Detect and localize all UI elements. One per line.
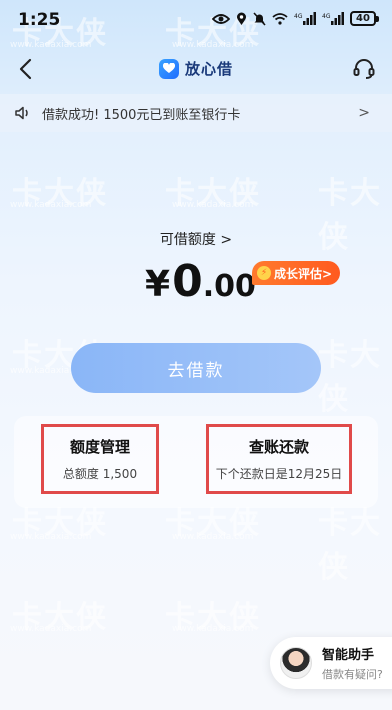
nav-bar: 放心借	[0, 46, 392, 92]
notice-text: 借款成功! 1500元已到账至银行卡	[42, 107, 241, 123]
back-button[interactable]	[10, 54, 40, 84]
quota-card-title: 额度管理	[69, 438, 130, 456]
svg-text:4G: 4G	[322, 13, 331, 20]
battery-indicator: 40	[350, 11, 379, 26]
quota-card-subtitle: 总额度 1,500	[62, 467, 138, 481]
growth-assessment-badge[interactable]: ⚡ 成长评估>	[252, 261, 341, 285]
watermark: 卡大侠	[165, 176, 261, 211]
wifi-icon	[272, 12, 288, 25]
assistant-subtitle: 借款有疑问?	[322, 668, 383, 681]
action-cards: 额度管理 总额度 1,500 查账还款 下个还款日是12月25日	[14, 416, 378, 508]
limit-amount: ¥ 0 .00	[145, 256, 256, 307]
status-time: 1:25	[18, 10, 61, 30]
status-icons: 4G 4G 40	[212, 11, 379, 26]
watermark-url: www.kadaxia.com	[172, 200, 254, 210]
brand: 放心借	[158, 58, 234, 79]
speaker-icon	[15, 106, 28, 120]
assistant-title: 智能助手	[322, 648, 375, 663]
chevron-left-icon	[19, 58, 32, 80]
amount-decimal: .00	[202, 269, 256, 304]
eye-icon	[212, 13, 230, 24]
amount-integer: 0	[172, 256, 203, 307]
notice-arrow: >	[358, 105, 370, 121]
signal-icon: 4G	[294, 12, 316, 25]
quota-management-card[interactable]: 额度管理 总额度 1,500	[41, 424, 159, 494]
assistant-avatar	[280, 647, 312, 679]
notice-bar[interactable]: 借款成功! 1500元已到账至银行卡 >	[0, 94, 392, 132]
svg-text:4G: 4G	[294, 13, 303, 20]
watermark: 卡大侠	[318, 506, 382, 585]
borrow-button[interactable]: 去借款	[71, 343, 321, 393]
growth-badge-label: 成长评估>	[274, 266, 333, 281]
mute-icon	[253, 11, 266, 26]
assistant-text: 智能助手 借款有疑问?	[322, 644, 383, 682]
watermark-url: www.kadaxia.com	[10, 200, 92, 210]
headset-icon	[353, 59, 375, 79]
watermark: 卡大侠	[12, 600, 108, 635]
smart-assistant-button[interactable]: 智能助手 借款有疑问?	[270, 637, 392, 689]
limit-label[interactable]: 可借额度 >	[0, 229, 392, 249]
lightning-icon: ⚡	[257, 266, 271, 280]
bill-card-title: 查账还款	[248, 438, 309, 456]
brand-name: 放心借	[184, 60, 234, 78]
brand-logo-icon	[158, 58, 179, 79]
watermark-url: www.kadaxia.com	[172, 624, 254, 634]
watermark: 卡大侠	[165, 600, 261, 635]
bill-repayment-card[interactable]: 查账还款 下个还款日是12月25日	[206, 424, 352, 494]
bill-card-subtitle: 下个还款日是12月25日	[215, 467, 343, 481]
status-bar: 1:25 4G 4G 40	[0, 0, 392, 40]
watermark: 卡大侠	[318, 338, 382, 417]
customer-service-button[interactable]	[350, 55, 378, 83]
currency-symbol: ¥	[145, 264, 171, 305]
watermark-url: www.kadaxia.com	[172, 532, 254, 542]
watermark: 卡大侠	[12, 176, 108, 211]
location-icon	[237, 12, 246, 25]
signal-icon: 4G	[322, 12, 344, 25]
watermark-url: www.kadaxia.com	[10, 624, 92, 634]
watermark-url: www.kadaxia.com	[10, 532, 92, 542]
